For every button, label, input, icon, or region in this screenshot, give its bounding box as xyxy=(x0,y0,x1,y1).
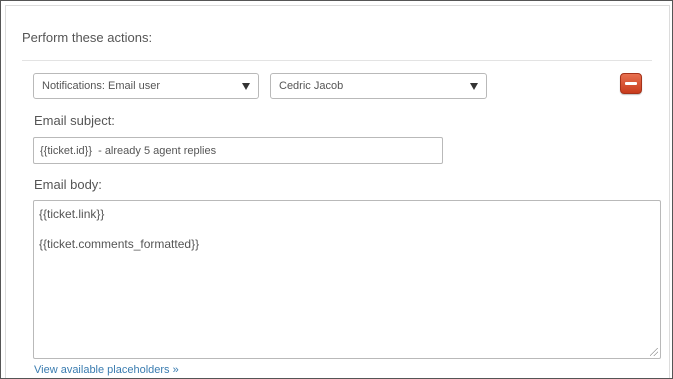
recipient-user-select[interactable]: Cedric Jacob xyxy=(270,73,487,99)
action-type-select-value: Notifications: Email user xyxy=(42,80,160,92)
view-placeholders-link[interactable]: View available placeholders » xyxy=(34,364,179,376)
email-subject-label: Email subject: xyxy=(34,113,115,128)
chevron-down-icon xyxy=(242,82,250,90)
minus-icon xyxy=(625,82,637,85)
section-title: Perform these actions: xyxy=(22,30,153,45)
textarea-resize-handle[interactable] xyxy=(650,348,658,356)
action-type-select[interactable]: Notifications: Email user xyxy=(33,73,259,99)
remove-action-button[interactable] xyxy=(620,73,642,94)
section-divider xyxy=(22,60,652,61)
chevron-down-icon xyxy=(470,82,478,90)
actions-panel: Perform these actions: Notifications: Em… xyxy=(5,5,670,378)
email-body-label: Email body: xyxy=(34,177,102,192)
recipient-user-select-value: Cedric Jacob xyxy=(279,80,344,92)
email-body-textarea[interactable]: {{ticket.link}} {{ticket.comments_format… xyxy=(33,200,661,359)
window-frame: Perform these actions: Notifications: Em… xyxy=(0,0,673,379)
email-subject-input[interactable] xyxy=(33,137,443,164)
